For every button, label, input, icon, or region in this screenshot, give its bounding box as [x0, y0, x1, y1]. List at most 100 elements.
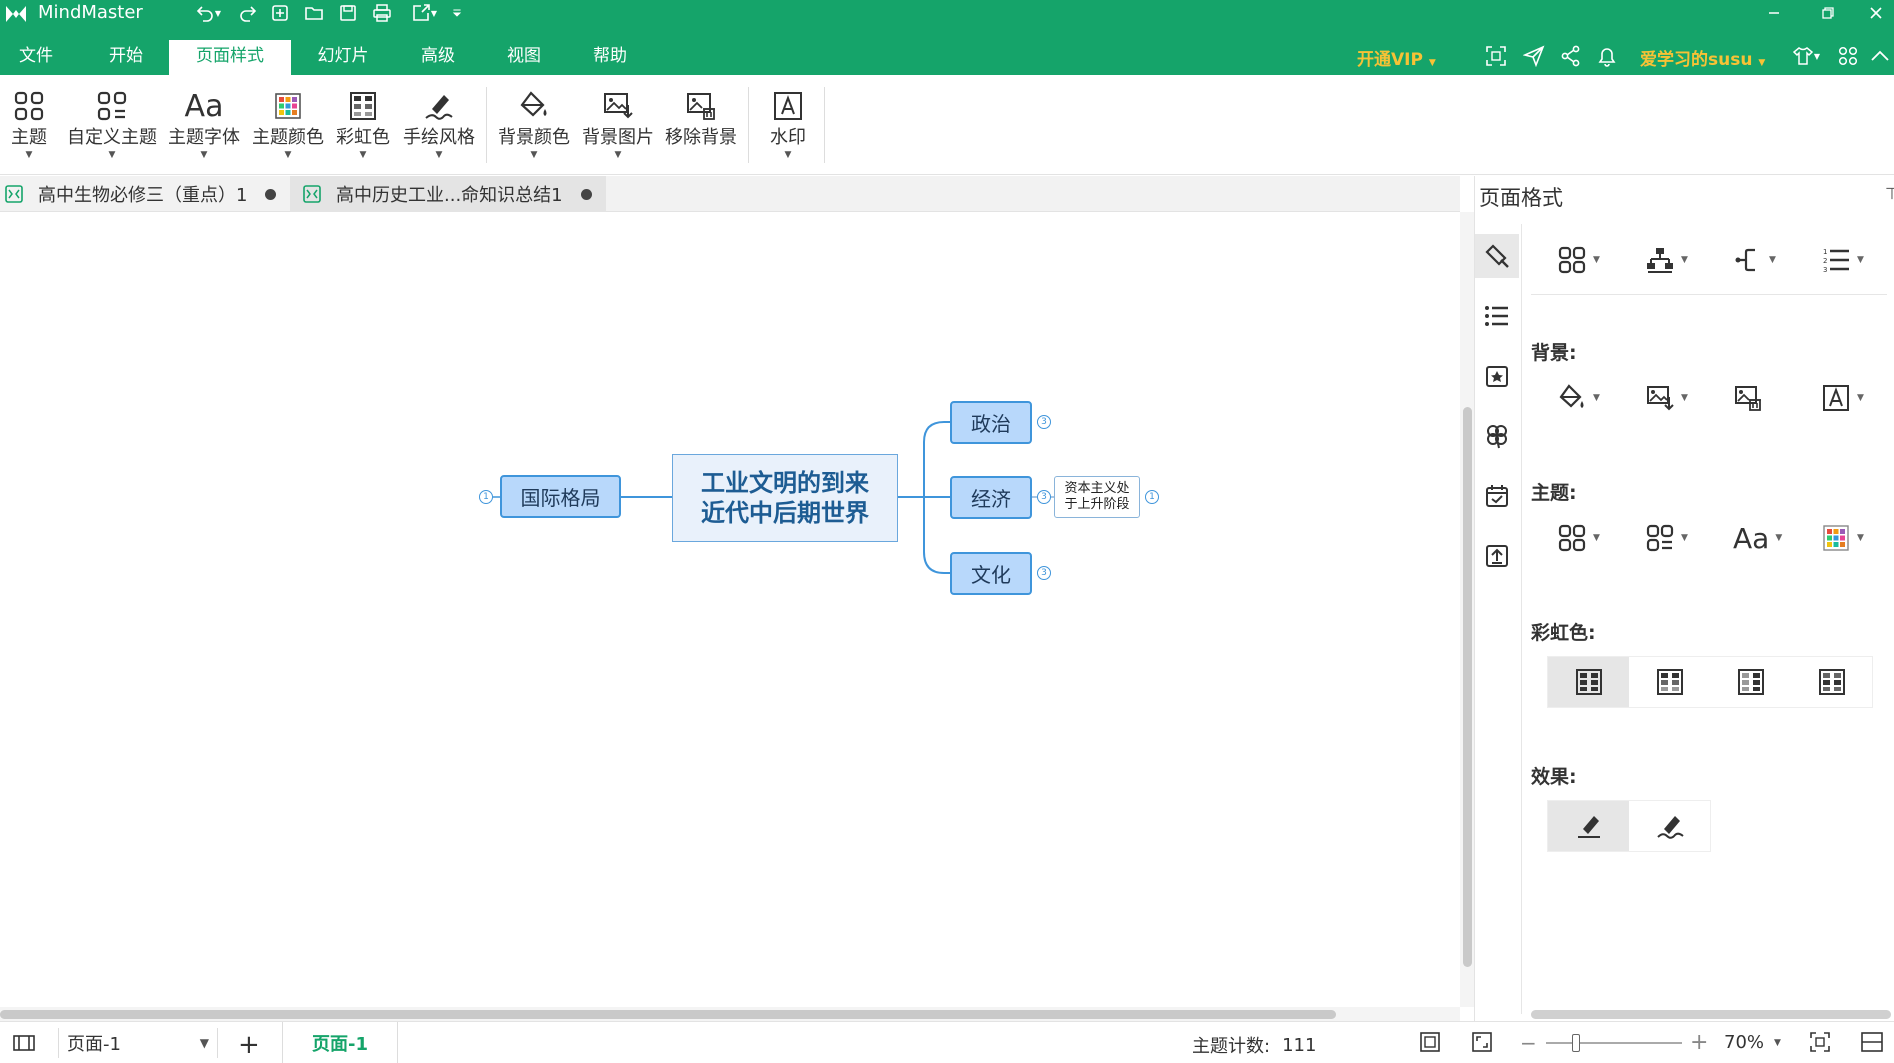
panel-bg-color-button[interactable]: ▼: [1557, 378, 1613, 418]
collapse-badge[interactable]: 1: [479, 490, 493, 504]
custom-theme-button[interactable]: 自定义主题 ▼: [64, 85, 160, 169]
tab-file[interactable]: 文件: [0, 40, 72, 75]
watermark-button[interactable]: 水印 ▼: [762, 85, 814, 169]
open-file-button[interactable]: [302, 2, 326, 24]
theme-font-button[interactable]: Aa 主题字体 ▼: [166, 85, 242, 169]
background-color-button[interactable]: 背景颜色 ▼: [496, 85, 572, 169]
share-button[interactable]: [1557, 42, 1585, 70]
theme-section-label: 主题:: [1531, 482, 1577, 504]
tab-advanced[interactable]: 高级: [400, 40, 476, 75]
panel-theme-color-button[interactable]: ▼: [1821, 518, 1877, 558]
rainbow-button[interactable]: 彩虹色 ▼: [334, 85, 392, 169]
panel-theme-button[interactable]: ▼: [1557, 518, 1613, 558]
tab-slides[interactable]: 幻灯片: [300, 40, 386, 75]
vertical-scrollbar[interactable]: [1460, 212, 1474, 1007]
numbering-button[interactable]: 1 2 3 ▼: [1821, 240, 1877, 280]
panel-theme-font-button[interactable]: Aa ▼: [1733, 518, 1789, 558]
customize-quick-access-button[interactable]: [450, 2, 464, 24]
layout-structure-button[interactable]: ▼: [1557, 240, 1613, 280]
remove-background-button[interactable]: 移除背景: [662, 85, 740, 169]
horizontal-scrollbar[interactable]: [0, 1007, 1460, 1021]
icons-tab[interactable]: [1475, 354, 1519, 398]
rainbow-option-3[interactable]: [1710, 657, 1791, 707]
scrollbar-thumb[interactable]: [0, 1010, 1336, 1019]
rainbow-option-1[interactable]: [1548, 657, 1629, 707]
topic-culture[interactable]: 文化: [950, 552, 1032, 595]
page-panel-toggle[interactable]: [12, 1031, 36, 1055]
user-account-button[interactable]: 爱学习的susu ▼: [1640, 45, 1765, 70]
panel-custom-theme-button[interactable]: ▼: [1645, 518, 1701, 558]
panel-toggle-button[interactable]: [1860, 1030, 1884, 1054]
rainbow-grid-icon: [1656, 669, 1683, 695]
zoom-slider-thumb[interactable]: [1572, 1034, 1580, 1052]
panel-scrollbar[interactable]: [1531, 1010, 1891, 1019]
hand-drawn-button[interactable]: 手绘风格 ▼: [400, 85, 478, 169]
theme-button[interactable]: 主题 ▼: [4, 85, 54, 169]
vip-button[interactable]: 开通VIP ▼: [1357, 45, 1436, 70]
theme-color-button[interactable]: 主题颜色 ▼: [250, 85, 326, 169]
undo-button[interactable]: ▼: [188, 2, 228, 24]
export-button[interactable]: ▼: [404, 2, 444, 24]
tab-page-style[interactable]: 页面样式: [169, 40, 291, 75]
svg-text:3: 3: [1823, 266, 1827, 274]
restore-button[interactable]: [1810, 0, 1846, 26]
fit-page-button[interactable]: [1418, 1030, 1442, 1054]
collapse-badge[interactable]: 1: [1145, 490, 1159, 504]
document-tab-active[interactable]: 高中历史工业...命知识总结1: [290, 176, 606, 212]
clipart-tab[interactable]: [1475, 414, 1519, 458]
outline-tab[interactable]: [1475, 294, 1519, 338]
page-format-tab[interactable]: [1475, 234, 1519, 278]
zoom-in-button[interactable]: +: [1690, 1030, 1708, 1055]
effect-option-normal[interactable]: [1548, 801, 1629, 851]
topic-economy[interactable]: 经济: [950, 476, 1032, 519]
page-select[interactable]: 页面-1 ▼: [58, 1028, 218, 1058]
notification-button[interactable]: [1593, 42, 1621, 70]
tab-view[interactable]: 视图: [486, 40, 562, 75]
topic-capitalism[interactable]: 资本主义处 于上升阶段: [1054, 476, 1140, 518]
panel-remove-bg-button[interactable]: [1733, 378, 1789, 418]
connector-style-button[interactable]: ▼: [1733, 240, 1789, 280]
add-page-button[interactable]: +: [238, 1030, 260, 1060]
panel-watermark-button[interactable]: ▼: [1821, 378, 1877, 418]
export-tab[interactable]: [1475, 534, 1519, 578]
pin-panel-icon[interactable]: ⊤: [1885, 184, 1894, 203]
collapse-badge[interactable]: 3: [1037, 566, 1051, 580]
page-tab-active[interactable]: 页面-1: [282, 1022, 398, 1063]
rainbow-option-2[interactable]: [1629, 657, 1710, 707]
rainbow-option-4[interactable]: [1791, 657, 1872, 707]
topic-international[interactable]: 国际格局: [500, 475, 621, 518]
collapse-ribbon-button[interactable]: [1868, 42, 1892, 70]
fit-width-button[interactable]: [1808, 1030, 1832, 1054]
pen-icon: [1577, 816, 1600, 838]
apps-button[interactable]: [1834, 42, 1862, 70]
zoom-slider[interactable]: [1546, 1034, 1682, 1052]
background-image-button[interactable]: 背景图片 ▼: [580, 85, 656, 169]
collapse-badge[interactable]: 3: [1037, 415, 1051, 429]
central-topic[interactable]: 工业文明的到来 近代中后期世界: [672, 454, 898, 542]
tab-help[interactable]: 帮助: [572, 40, 648, 75]
fullscreen-button[interactable]: [1482, 42, 1510, 70]
mindmap-canvas[interactable]: 国际格局 1 工业文明的到来 近代中后期世界 政治 3 经济 3 资本主义处 于…: [0, 212, 1460, 1007]
new-file-button[interactable]: [268, 2, 292, 24]
zoom-level-select[interactable]: 70% ▼: [1724, 1032, 1781, 1053]
close-button[interactable]: [1858, 0, 1894, 26]
effect-option-hand-drawn[interactable]: [1629, 801, 1710, 851]
print-button[interactable]: [370, 2, 394, 24]
save-button[interactable]: [336, 2, 360, 24]
zoom-out-button[interactable]: −: [1520, 1031, 1537, 1055]
scrollbar-thumb[interactable]: [1463, 407, 1472, 967]
send-button[interactable]: [1520, 42, 1548, 70]
watermark-icon: [1823, 385, 1849, 411]
collapse-badge[interactable]: 3: [1037, 490, 1051, 504]
document-tab[interactable]: 高中生物必修三（重点）1: [0, 176, 288, 212]
task-tab[interactable]: [1475, 474, 1519, 518]
topic-politics[interactable]: 政治: [950, 401, 1032, 444]
redo-button[interactable]: [236, 2, 260, 24]
skin-button[interactable]: ▼: [1786, 42, 1826, 70]
layout-hierarchy-button[interactable]: ▼: [1645, 240, 1701, 280]
minimize-button[interactable]: [1756, 0, 1792, 26]
fullscreen-view-button[interactable]: [1470, 1030, 1494, 1054]
panel-bg-image-button[interactable]: ▼: [1645, 378, 1701, 418]
topic-label: 国际格局: [520, 486, 601, 510]
tab-home[interactable]: 开始: [88, 40, 164, 75]
